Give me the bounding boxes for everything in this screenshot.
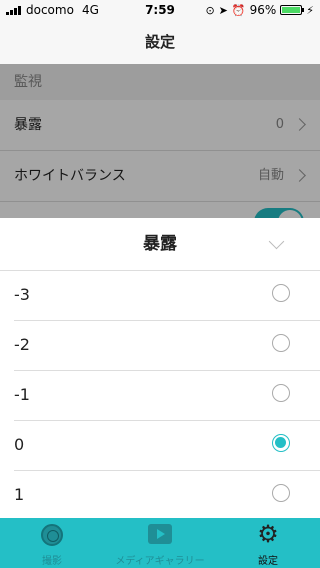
- radio-button-selected[interactable]: [272, 434, 290, 452]
- tab-settings[interactable]: ⚙ 設定: [216, 518, 320, 568]
- sheet-header: 暴露: [0, 218, 320, 271]
- tab-media-gallery[interactable]: メディアギャラリー: [104, 518, 216, 568]
- option-label: -1: [14, 385, 30, 404]
- exposure-picker-sheet: 暴露 -3 -2 -1 0 1: [0, 218, 320, 518]
- modal-overlay[interactable]: [0, 64, 320, 224]
- option-label: -2: [14, 335, 30, 354]
- status-bar: docomo 4G 7:59 ⊙ ➤ ⏰ 96% ⚡: [0, 0, 320, 20]
- nav-bar: 設定: [0, 20, 320, 64]
- option-label: 1: [14, 485, 25, 504]
- camera-icon: [41, 524, 63, 546]
- tab-label: メディアギャラリー: [115, 556, 205, 567]
- battery-percent: 96%: [249, 3, 277, 17]
- tab-label: 撮影: [42, 556, 62, 567]
- rotation-lock-icon: ⊙: [205, 3, 215, 17]
- tab-bar: 撮影 メディアギャラリー ⚙ 設定: [0, 518, 320, 568]
- page-title: 設定: [144, 33, 175, 51]
- radio-button[interactable]: [272, 484, 290, 502]
- radio-button[interactable]: [272, 384, 290, 402]
- location-icon: ➤: [218, 3, 228, 17]
- option-row[interactable]: 0: [14, 420, 320, 471]
- tab-label: 設定: [258, 556, 278, 567]
- tab-capture[interactable]: 撮影: [0, 518, 104, 568]
- media-icon: [148, 524, 172, 544]
- charging-icon: ⚡: [306, 3, 314, 17]
- battery-icon: [280, 5, 305, 15]
- option-row[interactable]: -1: [14, 370, 320, 421]
- radio-button[interactable]: [272, 284, 290, 302]
- option-label: 0: [14, 435, 25, 454]
- gear-icon: ⚙: [257, 520, 279, 548]
- option-row[interactable]: -2: [14, 320, 320, 371]
- alarm-icon: ⏰: [231, 3, 246, 17]
- option-row[interactable]: 1: [14, 470, 320, 520]
- radio-button[interactable]: [272, 334, 290, 352]
- option-label: -3: [14, 285, 30, 304]
- option-row[interactable]: -3: [14, 270, 320, 321]
